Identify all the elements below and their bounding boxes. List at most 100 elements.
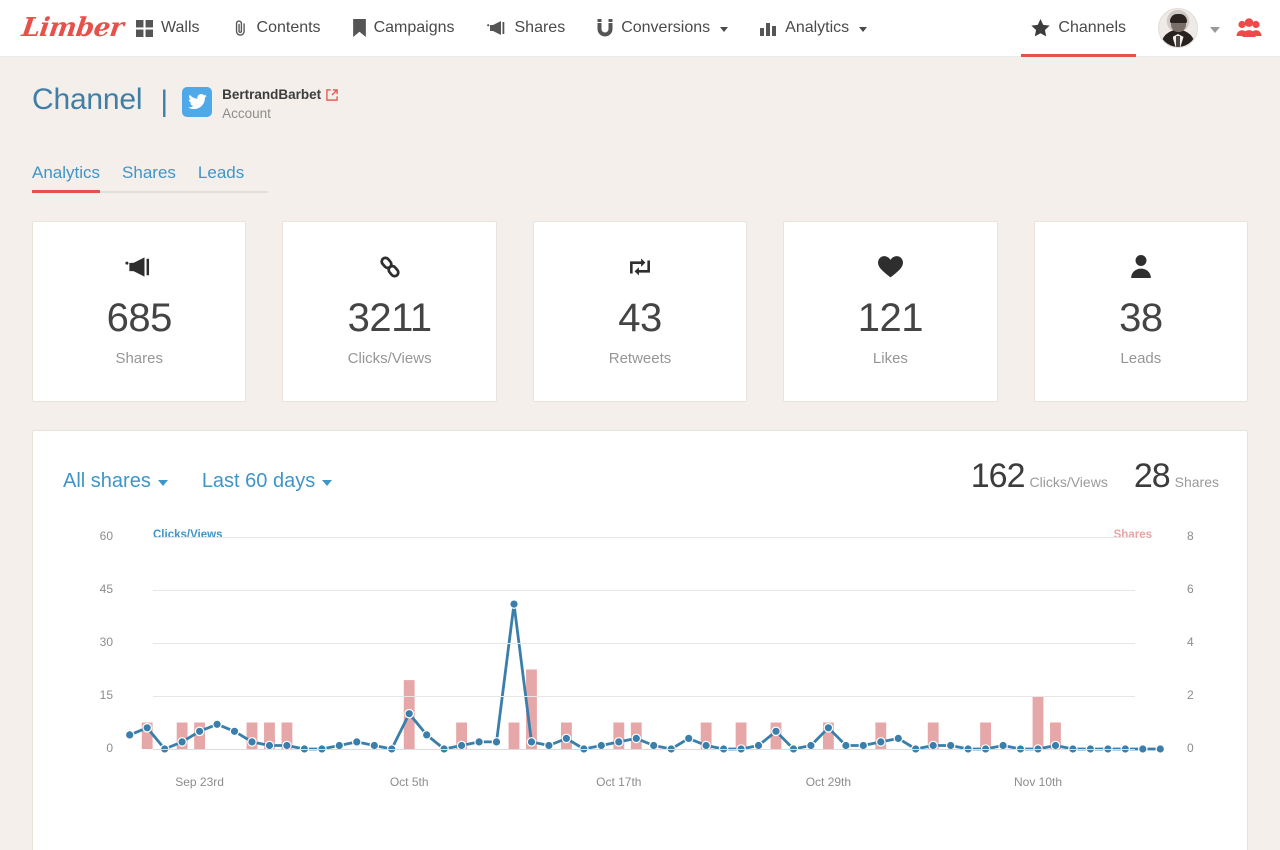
stat-card-shares[interactable]: 685 Shares xyxy=(32,220,247,402)
user-avatar[interactable] xyxy=(1158,8,1198,48)
stat-value-shares: 685 xyxy=(106,295,173,340)
nav-label-contents: Contents xyxy=(256,19,321,36)
total-shares-label: Shares xyxy=(1174,473,1219,490)
y-axis-right-tick: 4 xyxy=(1187,634,1194,649)
chart-point[interactable] xyxy=(142,722,152,733)
logo-text: Limber xyxy=(19,13,126,43)
nav-label-channels: Channels xyxy=(1058,19,1126,36)
chart-point[interactable] xyxy=(875,736,886,747)
stat-label-likes: Likes xyxy=(872,349,908,367)
nav-item-shares[interactable]: Shares xyxy=(471,0,582,57)
x-axis-tick: Nov 10th xyxy=(1013,774,1063,789)
nav-label-campaigns: Campaigns xyxy=(373,19,455,36)
chart-point[interactable] xyxy=(194,726,205,736)
chart-point[interactable] xyxy=(631,733,642,744)
twitter-icon xyxy=(182,87,213,117)
chart-point[interactable] xyxy=(509,599,519,609)
chevron-down-icon xyxy=(157,480,168,487)
chart-point[interactable] xyxy=(1155,744,1166,754)
chart-point[interactable] xyxy=(229,726,240,736)
gridline xyxy=(153,536,1135,538)
y-axis-left-tick: 15 xyxy=(99,687,113,702)
chart-point[interactable] xyxy=(561,733,572,744)
stat-card-retweets[interactable]: 43 Retweets xyxy=(532,220,748,402)
account-text: BertrandBarbet Account xyxy=(222,87,338,121)
users-group-icon[interactable] xyxy=(1236,18,1262,38)
top-navigation-bar: Limber Walls Contents Campaigns Shares C… xyxy=(0,0,1280,57)
stat-label-shares: Shares xyxy=(115,349,163,367)
x-axis-tick: Oct 29th xyxy=(805,774,852,789)
chart-point[interactable] xyxy=(1138,744,1148,754)
title-separator: | xyxy=(160,85,169,118)
tab-shares[interactable]: Shares xyxy=(122,163,176,191)
page-title: Channel xyxy=(32,83,143,116)
chevron-down-icon xyxy=(859,27,868,32)
chart-point[interactable] xyxy=(474,736,484,747)
chart-point[interactable] xyxy=(613,736,624,747)
stat-card-row: 685 Shares 3211 Clicks/Views 43 Retweets xyxy=(32,220,1249,402)
external-link-icon[interactable] xyxy=(326,89,338,102)
stat-card-clicks-views[interactable]: 3211 Clicks/Views xyxy=(282,220,497,402)
nav-label-walls: Walls xyxy=(161,19,200,36)
chart-point[interactable] xyxy=(823,722,834,733)
app-logo[interactable]: Limber xyxy=(0,13,125,43)
chart-bar[interactable] xyxy=(508,722,520,749)
tab-shares-label: Shares xyxy=(122,162,176,182)
tab-leads[interactable]: Leads xyxy=(198,163,244,191)
nav-item-contents[interactable]: Contents xyxy=(216,0,337,57)
bookmark-icon xyxy=(352,19,366,37)
avatar-tie xyxy=(1176,36,1180,47)
chart-point[interactable] xyxy=(771,726,781,736)
chart-point[interactable] xyxy=(404,708,414,719)
x-axis-tick: Oct 17th xyxy=(596,774,642,789)
stat-label-clicks-views: Clicks/Views xyxy=(347,349,432,367)
gridline xyxy=(153,642,1135,644)
chart-point[interactable] xyxy=(124,729,135,740)
shares-filter-dropdown[interactable]: All shares xyxy=(63,470,168,493)
chart-plot-area: Clicks/Views Shares 0 15 30 45 60 0 2 4 6 8 Sep 23… xyxy=(33,509,1247,850)
stat-value-likes: 121 xyxy=(857,295,924,340)
chart-point[interactable] xyxy=(893,733,904,744)
stat-card-likes[interactable]: 121 Likes xyxy=(783,220,998,402)
y-axis-left-tick: 60 xyxy=(99,528,113,543)
tab-analytics[interactable]: Analytics xyxy=(32,162,101,193)
megaphone-icon xyxy=(125,252,153,282)
magnet-icon xyxy=(597,19,613,37)
nav-item-analytics[interactable]: Analytics xyxy=(744,0,883,57)
nav-item-channels[interactable]: Channels xyxy=(1015,0,1142,57)
y-axis-left-tick: 30 xyxy=(99,634,113,649)
chart-point[interactable] xyxy=(247,736,257,747)
account-name-row[interactable]: BertrandBarbet xyxy=(222,87,338,104)
period-filter-dropdown[interactable]: Last 60 days xyxy=(202,470,333,493)
tab-analytics-label: Analytics xyxy=(32,162,101,182)
total-clicks-value: 162 xyxy=(970,456,1026,495)
megaphone-icon xyxy=(486,20,507,36)
chart-point[interactable] xyxy=(421,729,432,740)
stat-label-retweets: Retweets xyxy=(608,349,672,367)
user-menu-chevron-down-icon[interactable] xyxy=(1210,27,1220,33)
nav-label-conversions: Conversions xyxy=(621,19,711,36)
gridline xyxy=(153,748,1135,750)
analytics-chart-panel: All shares Last 60 days 162 Clicks/Views… xyxy=(32,429,1248,850)
nav-item-conversions[interactable]: Conversions xyxy=(581,0,744,57)
sub-tab-bar: Analytics Shares Leads xyxy=(32,163,268,193)
grid-icon xyxy=(136,19,153,37)
chart-point[interactable] xyxy=(683,733,694,744)
chart-point[interactable] xyxy=(491,736,502,747)
account-block: BertrandBarbet Account xyxy=(182,87,338,121)
chart-point[interactable] xyxy=(212,719,222,729)
chart-point[interactable] xyxy=(177,736,187,747)
nav-item-walls[interactable]: Walls xyxy=(120,0,216,57)
chart-point[interactable] xyxy=(526,736,537,747)
y-axis-left-tick: 0 xyxy=(106,740,113,755)
nav-item-campaigns[interactable]: Campaigns xyxy=(337,0,471,57)
page-body: Channel | BertrandBarbet Account Analyti… xyxy=(0,57,1280,850)
nav-right-cluster: Channels xyxy=(1015,0,1280,57)
stat-card-leads[interactable]: 38 Leads xyxy=(1033,220,1249,402)
chart-point[interactable] xyxy=(351,736,362,747)
y-axis-right-tick: 8 xyxy=(1187,528,1194,543)
gridline xyxy=(153,695,1135,697)
chart-bar[interactable] xyxy=(1032,695,1044,749)
stat-value-retweets: 43 xyxy=(618,295,662,340)
gridline xyxy=(153,589,1135,591)
